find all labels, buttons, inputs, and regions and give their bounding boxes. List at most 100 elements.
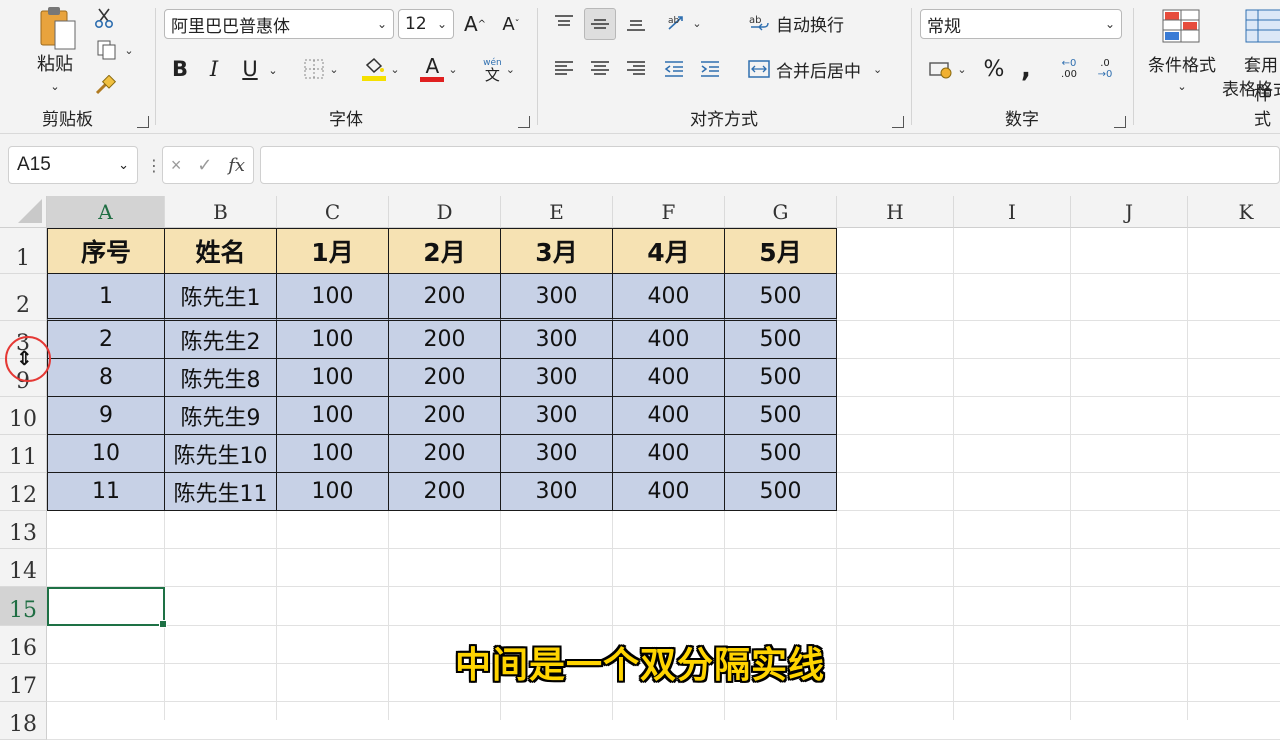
table-cell[interactable]: 陈先生9 (165, 397, 277, 435)
underline-dropdown-icon[interactable]: ⌄ (266, 60, 280, 80)
align-right-icon[interactable] (622, 54, 650, 84)
table-cell[interactable]: 陈先生10 (165, 435, 277, 473)
table-cell[interactable]: 8 (47, 359, 165, 397)
alignment-launcher-icon[interactable] (892, 116, 904, 128)
table-cell[interactable]: 500 (725, 274, 837, 321)
table-cell[interactable]: 100 (277, 473, 389, 511)
row-header-13[interactable]: 13 (0, 511, 47, 549)
cut-icon[interactable] (92, 6, 116, 30)
align-middle-icon[interactable] (584, 8, 616, 40)
table-cell[interactable]: 300 (501, 274, 613, 321)
table-header-cell[interactable]: 姓名 (165, 228, 277, 274)
copy-icon[interactable]: ⌄ (92, 38, 138, 62)
row-header-2[interactable]: 2 (0, 274, 47, 321)
paste-icon[interactable] (30, 4, 84, 54)
align-left-icon[interactable] (550, 54, 578, 84)
table-cell[interactable]: 100 (277, 397, 389, 435)
table-cell[interactable]: 100 (277, 321, 389, 359)
row-header-10[interactable]: 10 (0, 397, 47, 435)
table-cell[interactable]: 400 (613, 473, 725, 511)
decrease-decimal-button[interactable]: .0→0 (1090, 54, 1120, 84)
table-header-cell[interactable]: 序号 (47, 228, 165, 274)
table-header-cell[interactable]: 1月 (277, 228, 389, 274)
number-launcher-icon[interactable] (1114, 116, 1126, 128)
row-header-12[interactable]: 12 (0, 473, 47, 511)
align-top-icon[interactable] (550, 8, 578, 38)
table-cell[interactable]: 400 (613, 397, 725, 435)
column-header-c[interactable]: C (277, 196, 389, 228)
table-cell[interactable]: 100 (277, 359, 389, 397)
row-header-15[interactable]: 15 (0, 587, 47, 626)
table-cell[interactable]: 500 (725, 435, 837, 473)
underline-button[interactable]: U (236, 54, 264, 84)
table-cell[interactable]: 500 (725, 397, 837, 435)
column-header-d[interactable]: D (389, 196, 501, 228)
font-launcher-icon[interactable] (518, 116, 530, 128)
more-options-icon[interactable]: ⋮ (146, 156, 162, 176)
shrink-font-button[interactable]: Aˇ (496, 10, 526, 38)
confirm-icon[interactable]: ✓ (197, 155, 212, 176)
cancel-icon[interactable]: × (171, 155, 182, 176)
table-header-cell[interactable]: 2月 (389, 228, 501, 274)
column-header-b[interactable]: B (165, 196, 277, 228)
column-header-k[interactable]: K (1188, 196, 1280, 228)
column-header-a[interactable]: A (47, 196, 165, 228)
conditional-format-button[interactable]: 条件格式 (1134, 52, 1230, 74)
column-header-g[interactable]: G (725, 196, 837, 228)
table-cell[interactable]: 400 (613, 321, 725, 359)
table-cell[interactable]: 500 (725, 321, 837, 359)
table-cell[interactable]: 300 (501, 435, 613, 473)
table-cell[interactable]: 400 (613, 274, 725, 321)
paste-dropdown-icon[interactable]: ⌄ (47, 78, 63, 94)
table-cell[interactable]: 400 (613, 435, 725, 473)
column-header-h[interactable]: H (837, 196, 954, 228)
fill-color-button[interactable]: ⌄ (356, 52, 406, 86)
name-box[interactable]: A15⌄ (8, 146, 138, 184)
table-header-cell[interactable]: 5月 (725, 228, 837, 274)
column-header-i[interactable]: I (954, 196, 1071, 228)
font-size-select[interactable]: 12⌄ (398, 9, 454, 39)
table-format-icon[interactable] (1244, 6, 1280, 46)
table-cell[interactable]: 11 (47, 473, 165, 511)
table-header-cell[interactable]: 3月 (501, 228, 613, 274)
align-center-icon[interactable] (586, 54, 614, 84)
insert-function-icon[interactable]: fx (228, 155, 245, 176)
table-cell[interactable]: 300 (501, 397, 613, 435)
table-cell[interactable]: 300 (501, 473, 613, 511)
decrease-indent-icon[interactable] (660, 54, 688, 84)
table-format-label-1[interactable]: 套用 (1244, 52, 1280, 74)
table-cell[interactable]: 200 (389, 397, 501, 435)
number-format-select[interactable]: 常规⌄ (920, 9, 1122, 39)
merge-center-button[interactable]: 合并后居中⌄ (748, 54, 898, 84)
italic-button[interactable]: I (200, 54, 228, 84)
table-cell[interactable]: 1 (47, 274, 165, 321)
table-cell[interactable]: 200 (389, 435, 501, 473)
table-cell[interactable]: 200 (389, 274, 501, 321)
column-header-f[interactable]: F (613, 196, 725, 228)
percent-button[interactable]: % (980, 54, 1008, 84)
align-bottom-icon[interactable] (622, 8, 650, 38)
table-header-cell[interactable]: 4月 (613, 228, 725, 274)
increase-decimal-button[interactable]: ←0.00 (1054, 54, 1084, 84)
grow-font-button[interactable]: A^ (460, 10, 490, 38)
comma-button[interactable]: , (1014, 54, 1038, 84)
table-cell[interactable]: 100 (277, 435, 389, 473)
table-cell[interactable]: 300 (501, 321, 613, 359)
table-cell[interactable]: 400 (613, 359, 725, 397)
chevron-down-icon[interactable]: ⌄ (118, 157, 129, 173)
table-cell[interactable]: 300 (501, 359, 613, 397)
row-header-11[interactable]: 11 (0, 435, 47, 473)
column-header-e[interactable]: E (501, 196, 613, 228)
table-cell[interactable]: 500 (725, 359, 837, 397)
clipboard-launcher-icon[interactable] (137, 116, 149, 128)
table-cell[interactable]: 100 (277, 274, 389, 321)
table-cell[interactable]: 200 (389, 473, 501, 511)
table-cell[interactable]: 200 (389, 321, 501, 359)
conditional-format-icon[interactable] (1158, 6, 1204, 46)
font-name-select[interactable]: 阿里巴巴普惠体⌄ (164, 9, 394, 39)
orientation-button[interactable]: ab⌄ (662, 8, 706, 38)
table-cell[interactable]: 陈先生11 (165, 473, 277, 511)
row-header-1[interactable]: 1 (0, 228, 47, 274)
table-cell[interactable]: 500 (725, 473, 837, 511)
table-cell[interactable]: 陈先生1 (165, 274, 277, 321)
